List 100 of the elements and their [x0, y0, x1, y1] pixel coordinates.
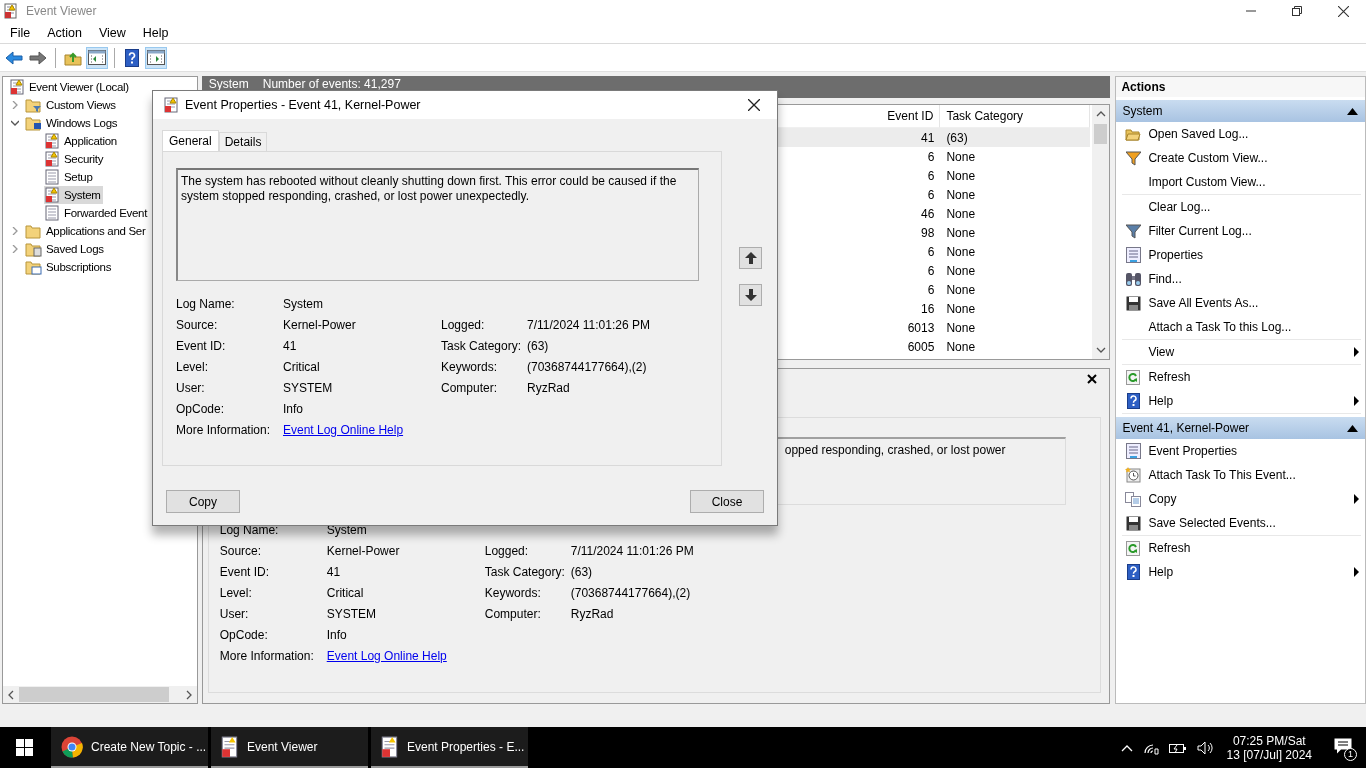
funnel-icon: [1125, 223, 1141, 239]
collapse-icon[interactable]: [1347, 107, 1358, 115]
collapse-icon[interactable]: [1347, 424, 1358, 432]
log-title: System: [208, 77, 249, 91]
field-value: 41: [283, 338, 297, 353]
command-item[interactable]: Import Custom View...: [1122, 170, 1361, 194]
field-label: Computer:: [484, 606, 542, 621]
refresh-icon: [1126, 540, 1141, 556]
menu-item[interactable]: Action: [39, 23, 91, 42]
table-cell-text: 6: [926, 282, 936, 297]
command-item[interactable]: Refresh: [1122, 536, 1361, 560]
event-log-icon: [3, 3, 19, 19]
field-value: RyzRad: [570, 606, 615, 621]
close-icon: [1087, 374, 1098, 384]
taskbar-app[interactable]: Event Properties - E...: [371, 727, 528, 768]
tree-item[interactable]: Windows Logs: [25, 114, 120, 132]
table-cell-text: None: [945, 168, 977, 183]
tree-item[interactable]: Forwarded Event: [44, 204, 150, 222]
field-value: Info: [326, 627, 347, 642]
chevron-up-icon[interactable]: [1120, 743, 1133, 752]
command-item[interactable]: Properties: [1122, 243, 1361, 267]
command-item[interactable]: Event Properties: [1122, 439, 1361, 463]
windows-logo-icon: [15, 739, 33, 756]
tree-item[interactable]: System: [44, 186, 103, 204]
field-value: System: [326, 522, 367, 537]
field-label: Source:: [176, 317, 219, 332]
table-cell-text: None: [945, 301, 977, 316]
folder-icon: [25, 241, 42, 257]
section-title: Event 41, Kernel-Power: [1122, 421, 1250, 435]
section-header[interactable]: Event 41, Kernel-Power: [1116, 417, 1365, 439]
tree-item[interactable]: Custom Views: [25, 96, 118, 114]
field-label: Event ID:: [176, 338, 227, 353]
battery-icon[interactable]: [1168, 741, 1187, 754]
tree-item[interactable]: Applications and Ser: [25, 222, 148, 240]
tree-item[interactable]: Security: [44, 150, 106, 168]
command-item[interactable]: Help: [1122, 560, 1361, 584]
field-value: (63): [570, 564, 594, 579]
copy-button[interactable]: Copy: [166, 490, 240, 513]
console-tree-button[interactable]: [86, 46, 108, 69]
chevron-icon[interactable]: [11, 119, 19, 127]
field-label: User:: [176, 380, 206, 395]
command-item[interactable]: Attach Task To This Event...: [1122, 463, 1361, 487]
tree-item[interactable]: Application: [44, 132, 119, 150]
funnel-icon: [1125, 150, 1141, 166]
field-value: 41: [326, 564, 341, 579]
command-item[interactable]: Save All Events As...: [1122, 291, 1361, 315]
taskbar-app[interactable]: Event Viewer: [211, 727, 368, 768]
table-cell-text: None: [945, 339, 977, 354]
command-item[interactable]: View: [1122, 340, 1361, 364]
field-label: Level:: [176, 359, 210, 374]
tree-item[interactable]: Saved Logs: [25, 240, 106, 258]
event-log-icon: [381, 735, 399, 758]
command-item[interactable]: Filter Current Log...: [1122, 219, 1361, 243]
pane-close-button[interactable]: [1085, 372, 1100, 386]
event-description: opped responding, crashed, or lost power: [784, 443, 1006, 457]
speaker-icon[interactable]: [1196, 740, 1215, 755]
field-label: Log Name:: [219, 522, 280, 537]
scrollbar[interactable]: [1092, 105, 1110, 359]
field-label: Keywords:: [484, 585, 542, 600]
properties-icon: [1125, 247, 1141, 263]
command-item[interactable]: Open Saved Log...: [1122, 122, 1361, 146]
scrollbar-thumb[interactable]: [19, 687, 169, 702]
table-cell-text: 6013: [906, 320, 936, 335]
tab[interactable]: General: [162, 130, 219, 151]
tree-item[interactable]: Setup: [44, 168, 95, 186]
action-pane-button[interactable]: [145, 46, 167, 69]
help-link[interactable]: Event Log Online Help: [283, 422, 404, 437]
field-value: (70368744177664),(2): [527, 359, 648, 374]
help-link[interactable]: Event Log Online Help: [326, 648, 447, 663]
section-header[interactable]: System: [1116, 100, 1365, 122]
scrollbar-thumb[interactable]: [1094, 124, 1108, 144]
command-item[interactable]: Copy: [1122, 487, 1361, 511]
command-item[interactable]: Attach a Task To this Log...: [1122, 315, 1361, 339]
field-label: Level:: [219, 585, 253, 600]
command-item[interactable]: Find...: [1122, 267, 1361, 291]
table-cell-text: None: [945, 225, 977, 240]
tree-item[interactable]: Event Viewer (Local): [9, 78, 131, 96]
next-event-button[interactable]: [739, 284, 762, 306]
menu-item[interactable]: Help: [134, 23, 178, 42]
field-label: User:: [219, 606, 250, 621]
down-arrow-icon: [744, 289, 757, 301]
table-cell-text: 6: [926, 187, 936, 202]
command-item[interactable]: Save Selected Events...: [1122, 511, 1361, 535]
field-value: Critical: [326, 585, 364, 600]
tab[interactable]: Details: [218, 132, 268, 151]
taskbar-app[interactable]: Create New Topic - ...: [51, 727, 208, 768]
close-icon: [748, 99, 760, 111]
command-item[interactable]: Create Custom View...: [1122, 146, 1361, 170]
clock[interactable]: 07:25 PM/Sat 13 [07/Jul] 2024: [1226, 733, 1312, 762]
menu-item[interactable]: File: [2, 23, 40, 42]
field-value: (70368744177664),(2): [570, 585, 692, 600]
previous-event-button[interactable]: [739, 247, 762, 269]
command-item[interactable]: Clear Log...: [1122, 195, 1361, 219]
tree-item[interactable]: Subscriptions: [25, 258, 114, 276]
command-item[interactable]: Help: [1122, 389, 1361, 413]
close-dialog-button[interactable]: Close: [690, 490, 764, 513]
table-cell-text: 6: [926, 244, 936, 259]
command-item[interactable]: Refresh: [1122, 365, 1361, 389]
field-label: Task Category:: [441, 338, 523, 353]
menu-item[interactable]: View: [90, 23, 135, 42]
